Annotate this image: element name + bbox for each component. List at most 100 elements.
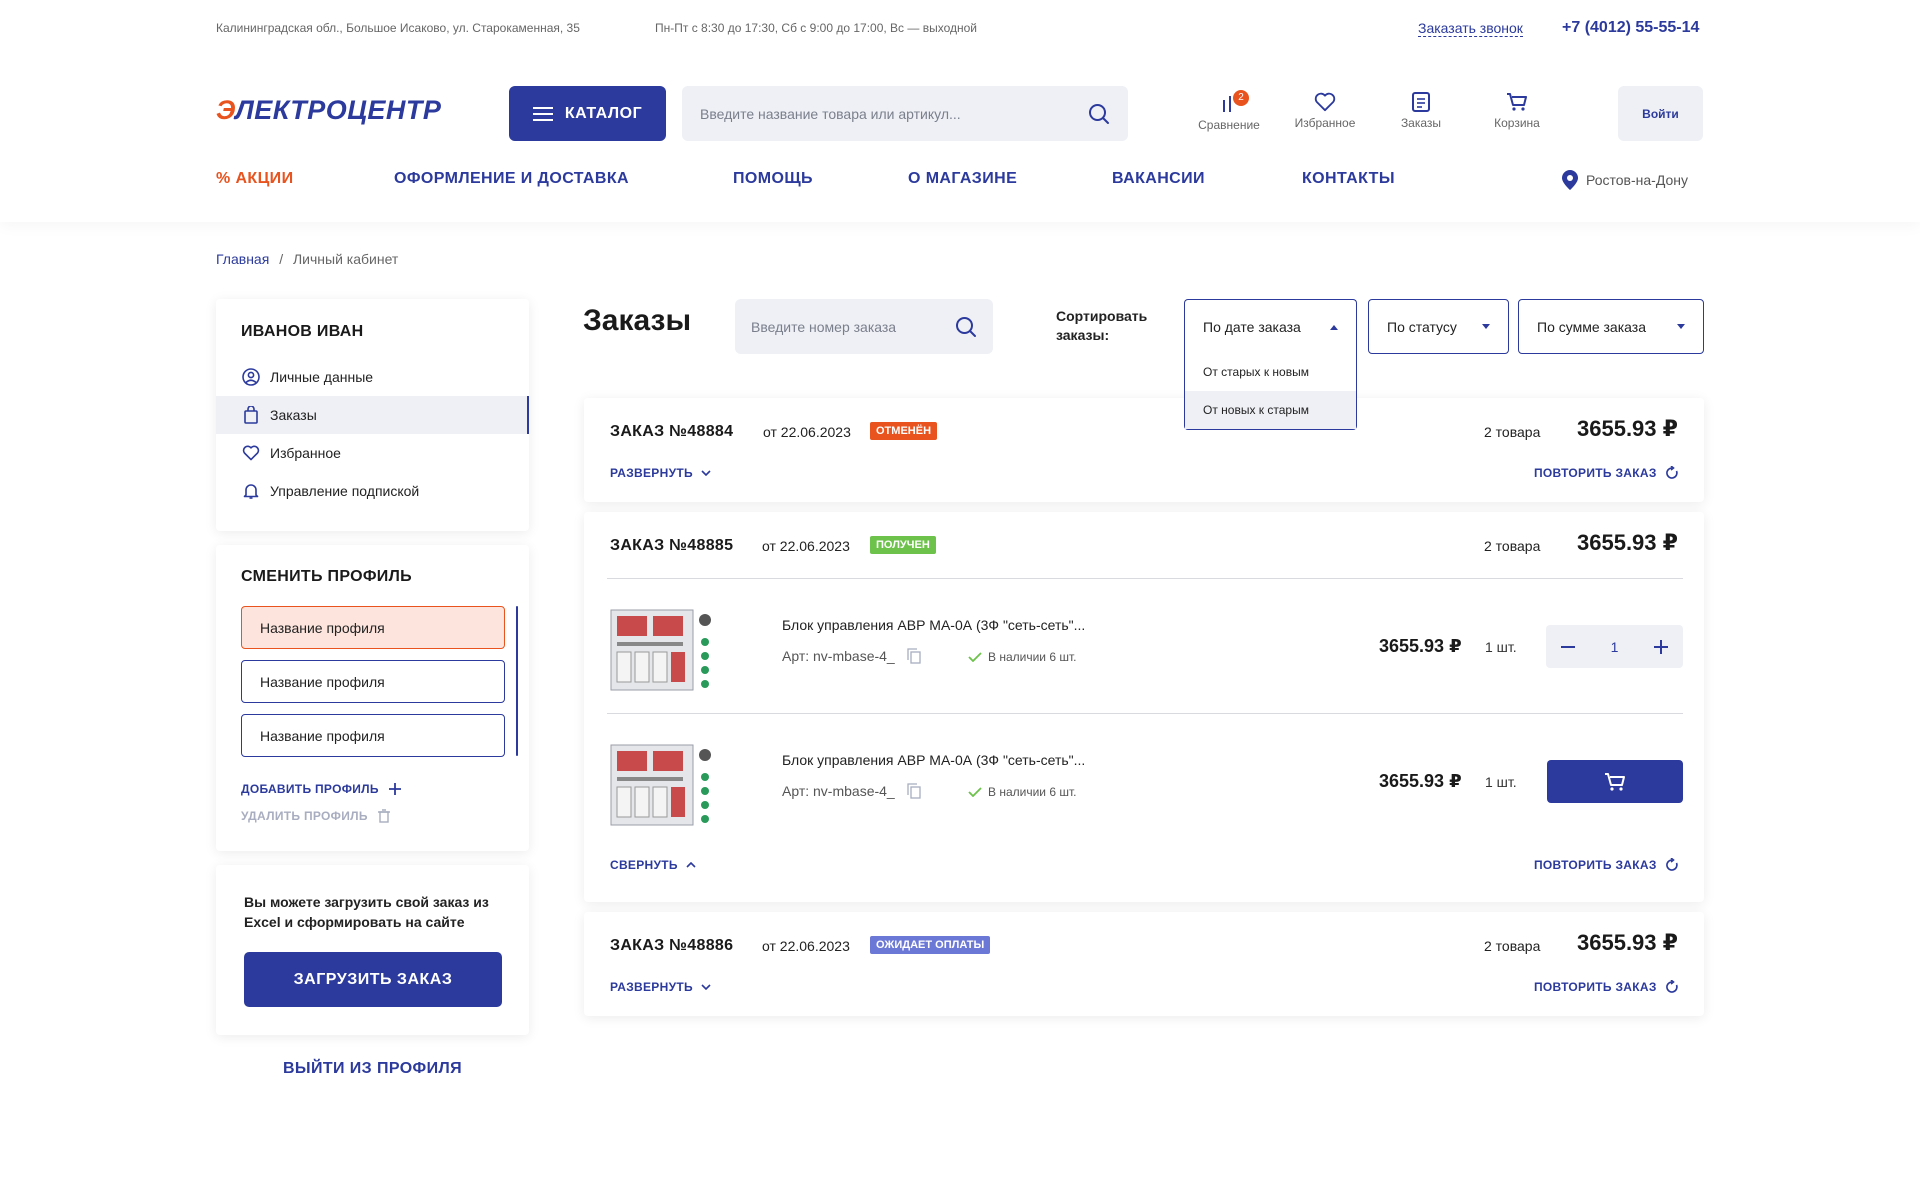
- logo[interactable]: ЭЛЕКТРОЦЕНТР: [216, 92, 441, 128]
- callback-link[interactable]: Заказать звонок: [1418, 20, 1523, 37]
- product-article-text: Арт: nv-mbase-4_: [782, 783, 895, 799]
- product-name[interactable]: Блок управления АВР МА-0А (3Ф "сеть-сеть…: [782, 617, 1085, 633]
- store-hours: Пн-Пт с 8:30 до 17:30, Сб с 9:00 до 17:0…: [655, 21, 977, 35]
- sidebar-item-orders[interactable]: Заказы: [216, 396, 529, 434]
- profile-option[interactable]: Название профиля: [241, 660, 505, 703]
- search-icon[interactable]: [955, 316, 977, 338]
- sort-date-dropdown: От старых к новым От новых к старым: [1184, 353, 1357, 430]
- profile-option[interactable]: Название профиля: [241, 606, 505, 649]
- phone-link[interactable]: +7 (4012) 55-55-14: [1562, 19, 1699, 37]
- refresh-icon: [1665, 466, 1678, 479]
- compare-badge: 2: [1233, 90, 1249, 106]
- product-search-input[interactable]: [700, 105, 1088, 122]
- add-to-cart-button[interactable]: [1547, 760, 1683, 803]
- order-number: ЗАКАЗ №48885: [610, 537, 734, 554]
- product-image[interactable]: [607, 602, 723, 694]
- sort-by-status-label: По статусу: [1387, 318, 1457, 335]
- nav-item-delivery[interactable]: ОФОРМЛЕНИЕ И ДОСТАВКА: [394, 170, 629, 188]
- expand-order-button[interactable]: РАЗВЕРНУТЬ: [610, 466, 711, 480]
- repeat-label: ПОВТОРИТЬ ЗАКАЗ: [1534, 858, 1657, 872]
- order-card: [584, 398, 1704, 502]
- menu-icon: [532, 106, 553, 121]
- collapse-order-button[interactable]: СВЕРНУТЬ: [610, 858, 696, 872]
- add-profile-button[interactable]: ДОБАВИТЬ ПРОФИЛЬ: [241, 782, 401, 796]
- trash-icon: [377, 809, 390, 823]
- quantity-value[interactable]: 1: [1611, 639, 1619, 655]
- order-number: ЗАКАЗ №48884: [610, 423, 734, 440]
- repeat-order-button[interactable]: ПОВТОРИТЬ ЗАКАЗ: [1534, 466, 1679, 480]
- sidebar-item-favorites[interactable]: Избранное: [216, 434, 529, 472]
- order-date: от 22.06.2023: [763, 424, 851, 440]
- refresh-icon: [1665, 858, 1678, 871]
- search-icon[interactable]: [1088, 103, 1110, 125]
- upload-order-card: [216, 865, 529, 1035]
- order-items-count: 2 товара: [1484, 938, 1541, 954]
- expand-label: РАЗВЕРНУТЬ: [610, 466, 693, 480]
- breadcrumb-current: Личный кабинет: [292, 251, 399, 267]
- delete-profile-button[interactable]: УДАЛИТЬ ПРОФИЛЬ: [241, 809, 390, 823]
- sort-by-sum-select[interactable]: По сумме заказа: [1518, 299, 1704, 354]
- status-badge: ОЖИДАЕТ ОПЛАТЫ: [870, 936, 991, 954]
- nav-item-contacts[interactable]: КОНТАКТЫ: [1302, 170, 1395, 188]
- expand-order-button[interactable]: РАЗВЕРНУТЬ: [610, 980, 711, 994]
- sort-by-status-select[interactable]: По статусу: [1368, 299, 1509, 354]
- minus-icon: [1561, 645, 1575, 648]
- check-icon: [968, 652, 982, 662]
- product-article: Арт: nv-mbase-4_: [782, 648, 921, 664]
- user-icon: [242, 368, 260, 386]
- caret-down-icon: [1482, 324, 1490, 329]
- product-quantity: 1 шт.: [1485, 639, 1517, 655]
- copy-icon[interactable]: [907, 783, 921, 799]
- cart-link[interactable]: Корзина: [1477, 92, 1557, 130]
- product-image[interactable]: [607, 737, 723, 829]
- repeat-order-button[interactable]: ПОВТОРИТЬ ЗАКАЗ: [1534, 980, 1679, 994]
- logout-link[interactable]: ВЫЙТИ ИЗ ПРОФИЛЯ: [216, 1060, 529, 1078]
- increase-button[interactable]: [1649, 635, 1673, 659]
- breadcrumb-home[interactable]: Главная: [216, 251, 269, 267]
- logo-text: ЛЕКТРОЦЕНТР: [235, 94, 442, 125]
- repeat-label: ПОВТОРИТЬ ЗАКАЗ: [1534, 466, 1657, 480]
- profile-switch-title: СМЕНИТЬ ПРОФИЛЬ: [241, 568, 412, 585]
- compare-link[interactable]: 2 Сравнение: [1189, 90, 1269, 132]
- order-total: 3655.93 ₽: [1577, 930, 1678, 955]
- city-selector[interactable]: Ростов-на-Дону: [1562, 170, 1688, 190]
- decrease-button[interactable]: [1556, 635, 1580, 659]
- plus-icon: [388, 783, 401, 795]
- sidebar-item-personal[interactable]: Личные данные: [216, 358, 529, 396]
- nav-item-about[interactable]: О МАГАЗИНЕ: [908, 170, 1017, 188]
- login-button[interactable]: Войти: [1618, 86, 1703, 141]
- nav-item-vacancies[interactable]: ВАКАНСИИ: [1112, 170, 1205, 188]
- status-badge: ОТМЕНЁН: [870, 422, 938, 440]
- order-items-count: 2 товара: [1484, 424, 1541, 440]
- order-search-input[interactable]: [751, 318, 955, 335]
- sort-option-newest[interactable]: От новых к старым: [1185, 391, 1356, 429]
- profile-list-scrollbar[interactable]: [516, 606, 518, 756]
- check-icon: [968, 787, 982, 797]
- order-items-count: 2 товара: [1484, 538, 1541, 554]
- bell-icon: [243, 484, 259, 499]
- nav-item-sales[interactable]: % АКЦИИ: [216, 170, 293, 188]
- upload-order-button[interactable]: ЗАГРУЗИТЬ ЗАКАЗ: [244, 952, 502, 1007]
- stock-status: В наличии 6 шт.: [968, 785, 1076, 799]
- product-search: [682, 86, 1128, 141]
- sidebar-item-subscription[interactable]: Управление подпиской: [216, 472, 529, 510]
- stock-text: В наличии 6 шт.: [988, 650, 1077, 664]
- repeat-order-button[interactable]: ПОВТОРИТЬ ЗАКАЗ: [1534, 858, 1679, 872]
- profile-option[interactable]: Название профиля: [241, 714, 505, 757]
- cart-icon: [1507, 93, 1527, 111]
- product-name[interactable]: Блок управления АВР МА-0А (3Ф "сеть-сеть…: [782, 752, 1085, 768]
- sort-by-date-select[interactable]: По дате заказа: [1184, 299, 1357, 354]
- catalog-label: КАТАЛОГ: [564, 104, 643, 122]
- catalog-button[interactable]: КАТАЛОГ: [509, 86, 666, 141]
- add-profile-label: ДОБАВИТЬ ПРОФИЛЬ: [241, 782, 379, 796]
- sort-by-date-label: По дате заказа: [1203, 319, 1301, 335]
- compare-label: Сравнение: [1198, 118, 1260, 132]
- page-title: Заказы: [583, 304, 692, 337]
- cart-icon: [1605, 772, 1625, 791]
- copy-icon[interactable]: [907, 648, 921, 664]
- sort-option-oldest[interactable]: От старых к новым: [1185, 353, 1356, 391]
- product-price: 3655.93 ₽: [1379, 771, 1462, 791]
- favorites-link[interactable]: Избранное: [1285, 92, 1365, 130]
- orders-link[interactable]: Заказы: [1381, 92, 1461, 130]
- nav-item-help[interactable]: ПОМОЩЬ: [733, 170, 813, 188]
